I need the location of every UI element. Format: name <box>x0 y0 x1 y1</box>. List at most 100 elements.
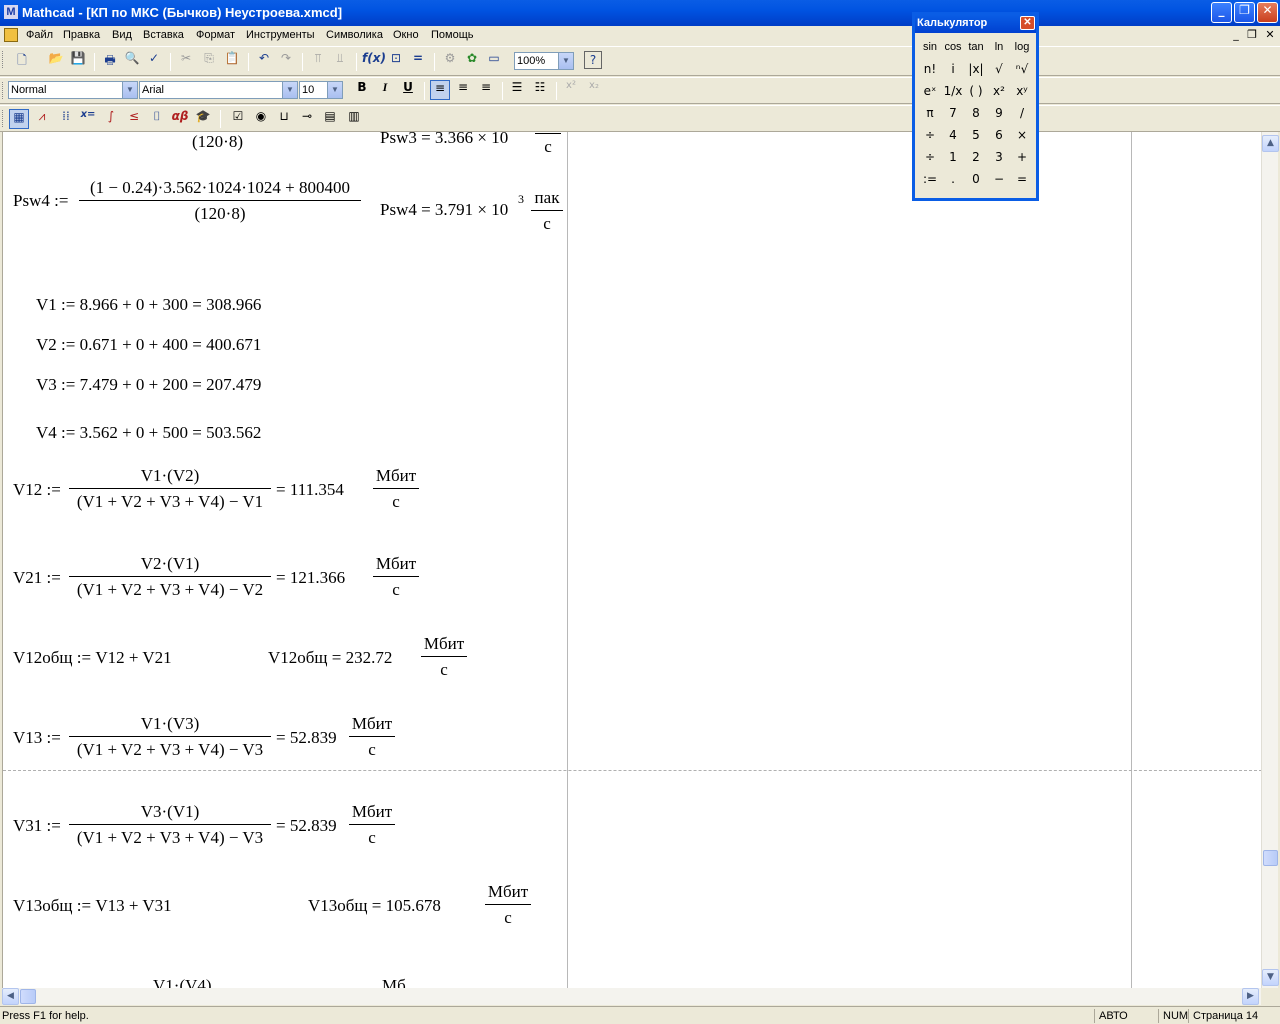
align-left-icon[interactable]: ≡ <box>430 80 450 100</box>
power-key[interactable]: xʸ <box>1011 81 1033 101</box>
graph-toolbar-icon[interactable]: ⩘ <box>32 109 52 129</box>
digit-4-key[interactable]: 4 <box>942 125 964 145</box>
matrix-toolbar-icon[interactable]: ⁞⁞ <box>56 109 76 129</box>
reciprocal-key[interactable]: 1/x <box>942 81 964 101</box>
cos-key[interactable]: cos <box>942 37 964 57</box>
digit-5-key[interactable]: 5 <box>965 125 987 145</box>
chevron-down-icon[interactable]: ▼ <box>327 82 342 98</box>
textbox-control-icon[interactable]: ▤ <box>320 109 340 129</box>
zoom-select[interactable]: 100% ▼ <box>514 52 574 70</box>
digit-7-key[interactable]: 7 <box>942 103 964 123</box>
align-right-icon[interactable]: ≡ <box>476 80 496 100</box>
style-select[interactable]: Normal ▼ <box>8 81 138 99</box>
sqrt-key[interactable]: √ <box>988 59 1010 79</box>
menu-insert[interactable]: Вставка <box>143 29 184 41</box>
slider-control-icon[interactable]: ⊸ <box>297 109 317 129</box>
divide-slash-key[interactable]: / <box>1011 103 1033 123</box>
menu-window[interactable]: Окно <box>393 29 419 41</box>
horizontal-scrollbar[interactable]: ◀ ▶ <box>2 988 1261 1005</box>
plus-key[interactable]: + <box>1011 147 1033 167</box>
symbolic-toolbar-icon[interactable]: 🎓 <box>193 109 213 129</box>
insert-unit-icon[interactable]: ⊡ <box>386 51 406 71</box>
menu-help[interactable]: Помощь <box>431 29 474 41</box>
chevron-down-icon[interactable]: ▼ <box>558 53 573 69</box>
nth-root-key[interactable]: ⁿ√ <box>1011 59 1033 79</box>
resources-icon[interactable]: ✿ <box>462 51 482 71</box>
insert-component-icon[interactable]: ⚙ <box>440 51 460 71</box>
equals-key[interactable]: = <box>1011 169 1033 189</box>
imaginary-key[interactable]: i <box>942 59 964 79</box>
underline-button[interactable]: U <box>398 80 418 100</box>
boolean-toolbar-icon[interactable]: ≤ <box>124 109 144 129</box>
calculate-icon[interactable]: = <box>408 51 428 71</box>
menu-edit[interactable]: Правка <box>63 29 100 41</box>
undo-icon[interactable]: ↶ <box>254 51 274 71</box>
calculator-close-button[interactable]: ✕ <box>1020 16 1035 30</box>
digit-9-key[interactable]: 9 <box>988 103 1010 123</box>
minus-key[interactable]: − <box>988 169 1010 189</box>
spell-check-icon[interactable]: ✓ <box>144 51 164 71</box>
font-size-select[interactable]: 10 ▼ <box>299 81 343 99</box>
insert-function-icon[interactable]: f(x) <box>362 51 386 71</box>
toolbar-grip[interactable] <box>2 110 5 127</box>
italic-button[interactable]: I <box>375 80 395 100</box>
redo-icon[interactable]: ↷ <box>276 51 296 71</box>
digit-0-key[interactable]: 0 <box>965 169 987 189</box>
subscript-button[interactable]: x₂ <box>584 80 604 100</box>
document-icon[interactable] <box>4 28 18 42</box>
menu-tools[interactable]: Инструменты <box>246 29 315 41</box>
menu-file[interactable]: Файл <box>26 29 53 41</box>
copy-icon[interactable]: ⎘ <box>199 51 219 71</box>
checkbox-control-icon[interactable]: ☑ <box>228 109 248 129</box>
horizontal-scroll-thumb[interactable] <box>20 989 36 1004</box>
radio-control-icon[interactable]: ◉ <box>251 109 271 129</box>
vertical-scrollbar[interactable]: ▲ ▼ <box>1261 132 1279 988</box>
cut-icon[interactable]: ✂ <box>176 51 196 71</box>
mdi-restore-button[interactable]: ❐ <box>1244 28 1260 42</box>
digit-1-key[interactable]: 1 <box>942 147 964 167</box>
digit-2-key[interactable]: 2 <box>965 147 987 167</box>
divide-inline-key[interactable]: ÷ <box>919 125 941 145</box>
worksheet[interactable]: (120·8) Psw3 = 3.366 × 10 с Psw4 := (1 −… <box>2 132 1261 988</box>
print-preview-icon[interactable]: 🔍 <box>122 51 142 71</box>
scroll-up-icon[interactable]: ▲ <box>1262 135 1279 152</box>
print-icon[interactable]: 🖶 <box>100 51 120 71</box>
tan-key[interactable]: tan <box>965 37 987 57</box>
calculator-title-bar[interactable]: Калькулятор ✕ <box>915 15 1036 33</box>
decimal-key[interactable]: . <box>942 169 964 189</box>
menu-format[interactable]: Формат <box>196 29 235 41</box>
align-top-icon[interactable]: ⫪ <box>308 51 328 71</box>
evaluation-toolbar-icon[interactable]: x= <box>78 109 98 129</box>
abs-key[interactable]: |x| <box>965 59 987 79</box>
scroll-down-icon[interactable]: ▼ <box>1262 969 1279 986</box>
save-icon[interactable]: 💾 <box>68 51 88 71</box>
close-button[interactable]: ✕ <box>1257 2 1278 23</box>
scroll-right-icon[interactable]: ▶ <box>1242 988 1259 1005</box>
exp-key[interactable]: eˣ <box>919 81 941 101</box>
chevron-down-icon[interactable]: ▼ <box>282 82 297 98</box>
restore-button[interactable]: ❐ <box>1234 2 1255 23</box>
align-center-icon[interactable]: ≡ <box>453 80 473 100</box>
digit-8-key[interactable]: 8 <box>965 103 987 123</box>
log-key[interactable]: log <box>1011 37 1033 57</box>
menu-symbolics[interactable]: Символика <box>326 29 383 41</box>
bullet-list-icon[interactable]: ☰ <box>507 80 527 100</box>
multiply-key[interactable]: × <box>1011 125 1033 145</box>
factorial-key[interactable]: n! <box>919 59 941 79</box>
parentheses-key[interactable]: ( ) <box>965 81 987 101</box>
mathcad-logo-icon[interactable]: M <box>4 5 18 19</box>
toolbar-grip[interactable] <box>2 51 5 68</box>
superscript-button[interactable]: x² <box>561 80 581 100</box>
menu-view[interactable]: Вид <box>112 29 132 41</box>
vertical-scroll-thumb[interactable] <box>1263 850 1278 866</box>
numbered-list-icon[interactable]: ☷ <box>530 80 550 100</box>
open-folder-icon[interactable]: 📂 <box>46 51 66 71</box>
align-down-icon[interactable]: ⫫ <box>330 51 350 71</box>
programming-toolbar-icon[interactable]: ⌷ <box>147 109 167 129</box>
define-key[interactable]: := <box>919 169 941 189</box>
sin-key[interactable]: sin <box>919 37 941 57</box>
toolbar-grip[interactable] <box>2 82 5 99</box>
mdi-minimize-button[interactable]: _ <box>1228 28 1244 42</box>
scroll-left-icon[interactable]: ◀ <box>2 988 19 1005</box>
ln-key[interactable]: ln <box>988 37 1010 57</box>
